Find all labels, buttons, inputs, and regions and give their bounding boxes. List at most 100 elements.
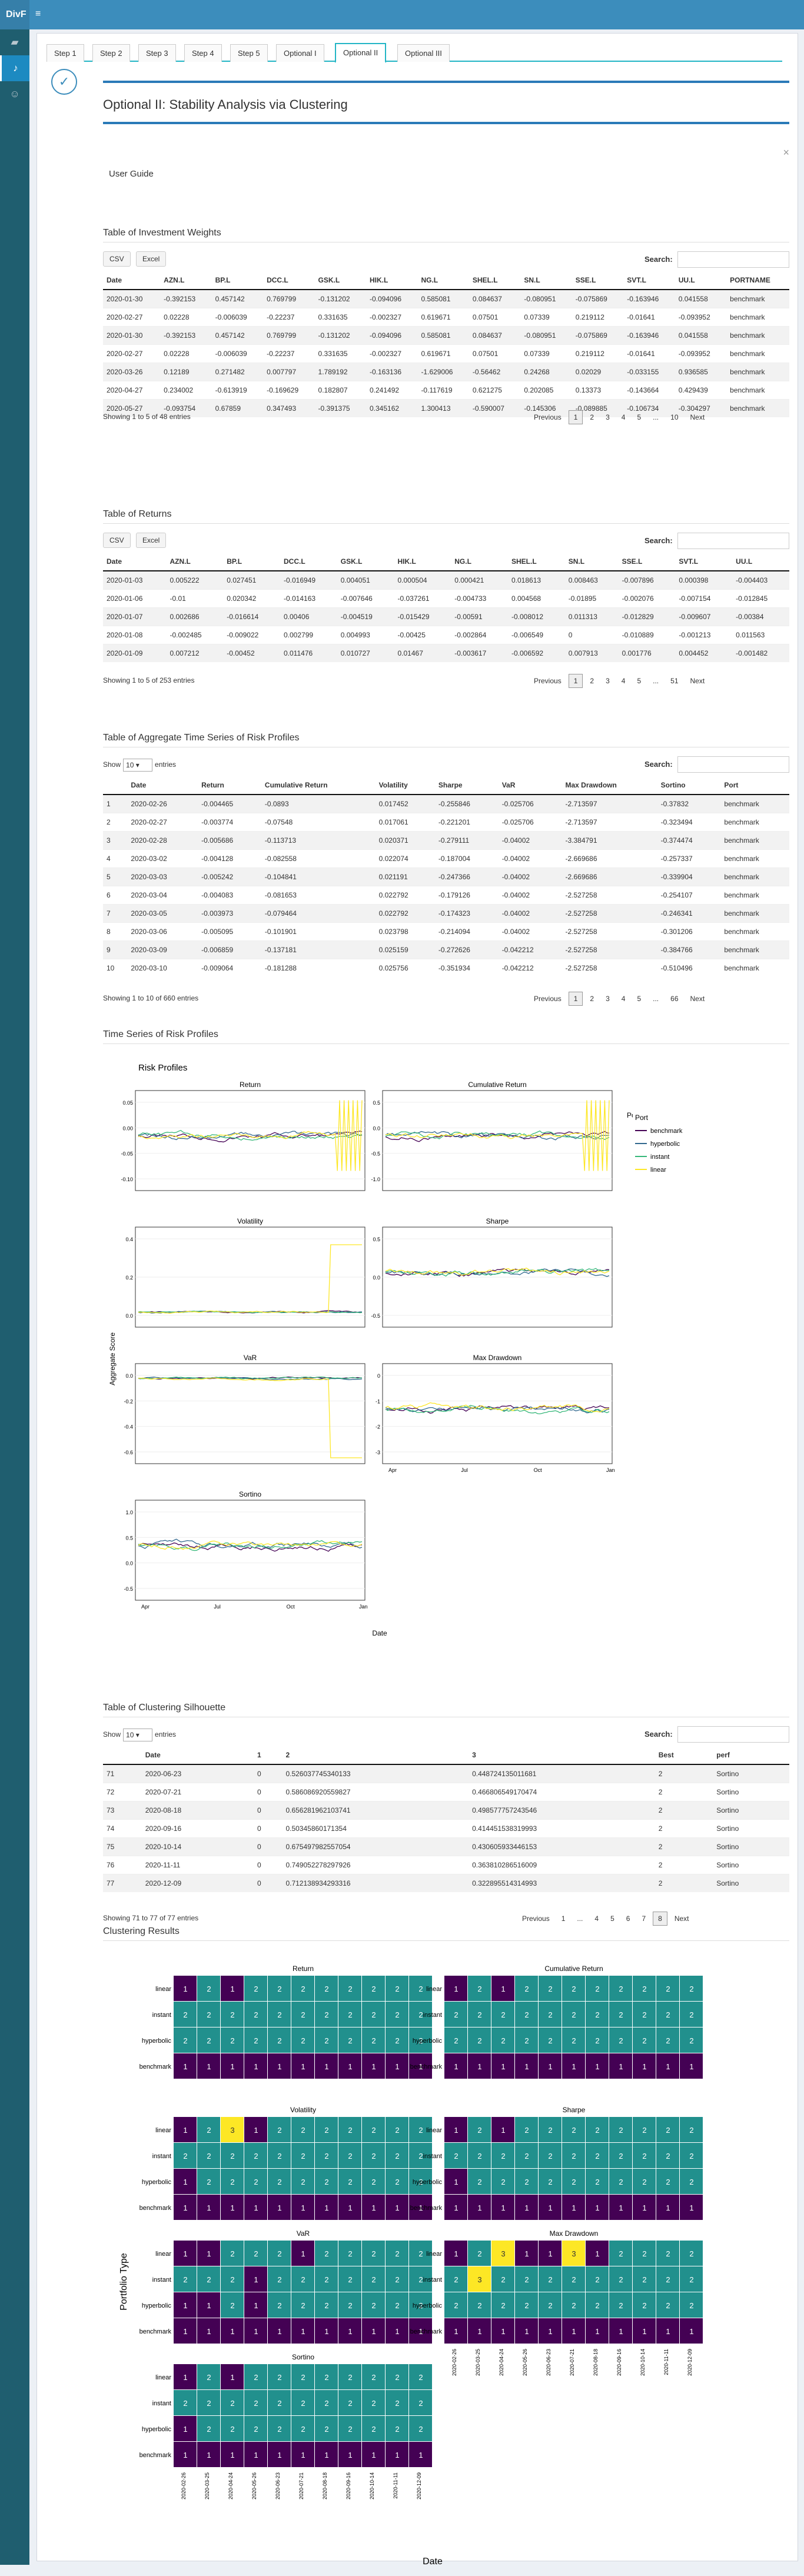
user-guide-link[interactable]: User Guide	[109, 169, 154, 179]
csv-button[interactable]: CSV	[103, 533, 131, 548]
column-header[interactable]: PORTNAME	[726, 271, 789, 290]
column-header[interactable]: AZN.L	[160, 271, 212, 290]
column-header[interactable]: SSE.L	[618, 553, 676, 571]
column-header[interactable]: SVT.L	[675, 553, 733, 571]
column-header[interactable]: Date	[103, 271, 161, 290]
search-input[interactable]	[677, 533, 789, 549]
column-header[interactable]: NG.L	[451, 553, 508, 571]
previous-button[interactable]: Previous	[529, 411, 566, 424]
tab-step-3[interactable]: Step 3	[138, 44, 176, 62]
column-header[interactable]: Port	[720, 776, 789, 795]
column-header[interactable]: UU.L	[732, 553, 789, 571]
page-button[interactable]: 4	[590, 1912, 603, 1925]
page-button[interactable]: 1	[557, 1912, 570, 1925]
page-button[interactable]: 2	[585, 674, 599, 687]
next-button[interactable]: Next	[670, 1912, 694, 1925]
column-header[interactable]: Volatility	[375, 776, 435, 795]
page-button[interactable]: 10	[666, 411, 683, 424]
column-header[interactable]: Date	[127, 776, 198, 795]
column-header[interactable]	[103, 1746, 142, 1765]
column-header[interactable]: Sortino	[657, 776, 721, 795]
page-button[interactable]: 4	[617, 674, 630, 687]
page-button[interactable]: 5	[606, 1912, 619, 1925]
page-button[interactable]: 5	[632, 674, 646, 687]
tab-optional-iii[interactable]: Optional III	[397, 44, 450, 62]
tab-step-5[interactable]: Step 5	[230, 44, 268, 62]
page-button[interactable]: 2	[585, 992, 599, 1005]
page-button[interactable]: ...	[648, 674, 663, 687]
page-button[interactable]: 2	[585, 411, 599, 424]
next-button[interactable]: Next	[686, 992, 710, 1005]
column-header[interactable]: Return	[198, 776, 261, 795]
column-header[interactable]: Best	[655, 1746, 713, 1765]
column-header[interactable]: GSK.L	[337, 553, 394, 571]
page-button[interactable]: 66	[666, 992, 683, 1005]
next-button[interactable]: Next	[686, 674, 710, 687]
column-header[interactable]: BP.L	[211, 271, 264, 290]
column-header[interactable]: 1	[254, 1746, 283, 1765]
column-header[interactable]	[103, 776, 128, 795]
column-header[interactable]: SSE.L	[572, 271, 624, 290]
user-icon[interactable]: ☺	[0, 81, 29, 107]
page-button[interactable]: ...	[648, 992, 663, 1005]
column-header[interactable]: GSK.L	[314, 271, 366, 290]
tab-step-1[interactable]: Step 1	[46, 44, 84, 62]
previous-button[interactable]: Previous	[529, 674, 566, 687]
csv-button[interactable]: CSV	[103, 251, 131, 267]
tab-step-2[interactable]: Step 2	[92, 44, 130, 62]
column-header[interactable]: Date	[103, 553, 167, 571]
page-button[interactable]: 3	[601, 411, 614, 424]
column-header[interactable]: HIK.L	[366, 271, 418, 290]
page-button[interactable]: ...	[572, 1912, 587, 1925]
page-button[interactable]: 3	[601, 674, 614, 687]
page-button[interactable]: 5	[632, 992, 646, 1005]
search-input[interactable]	[677, 1726, 789, 1743]
page-button[interactable]: 4	[617, 411, 630, 424]
tab-optional-ii[interactable]: Optional II	[335, 43, 387, 63]
column-header[interactable]: Date	[141, 1746, 254, 1765]
column-header[interactable]: HIK.L	[394, 553, 451, 571]
page-button[interactable]: 5	[632, 411, 646, 424]
close-icon[interactable]: ×	[783, 147, 789, 159]
column-header[interactable]: UU.L	[675, 271, 727, 290]
entries-select[interactable]: 10 ▾	[123, 759, 153, 772]
column-header[interactable]: SVT.L	[623, 271, 675, 290]
column-header[interactable]: DCC.L	[263, 271, 315, 290]
page-button[interactable]: 3	[601, 992, 614, 1005]
page-button[interactable]: 1	[568, 410, 583, 424]
column-header[interactable]: 2	[282, 1746, 469, 1765]
column-header[interactable]: Cumulative Return	[261, 776, 376, 795]
menu-toggle-icon[interactable]: ≡	[35, 9, 41, 19]
bell-icon[interactable]: ♪	[0, 55, 29, 81]
column-header[interactable]: VaR	[498, 776, 562, 795]
column-header[interactable]: 3	[469, 1746, 655, 1765]
column-header[interactable]: DCC.L	[280, 553, 337, 571]
column-header[interactable]: AZN.L	[166, 553, 224, 571]
column-header[interactable]: Sharpe	[434, 776, 499, 795]
column-header[interactable]: SN.L	[520, 271, 572, 290]
previous-button[interactable]: Previous	[517, 1912, 554, 1925]
excel-button[interactable]: Excel	[136, 251, 167, 267]
column-header[interactable]: perf	[713, 1746, 789, 1765]
folder-icon[interactable]: ▰	[0, 29, 29, 55]
column-header[interactable]: SHEL.L	[469, 271, 521, 290]
page-button[interactable]: 7	[637, 1912, 650, 1925]
page-button[interactable]: 6	[622, 1912, 635, 1925]
page-button[interactable]: 1	[568, 992, 583, 1006]
column-header[interactable]: SHEL.L	[508, 553, 565, 571]
next-button[interactable]: Next	[686, 411, 710, 424]
column-header[interactable]: BP.L	[223, 553, 280, 571]
column-header[interactable]: SN.L	[564, 553, 619, 571]
page-button[interactable]: 4	[617, 992, 630, 1005]
page-button[interactable]: 1	[568, 674, 583, 688]
page-button[interactable]: 8	[653, 1912, 667, 1926]
entries-select[interactable]: 10 ▾	[123, 1729, 153, 1741]
brand-logo[interactable]: DivF	[0, 0, 29, 29]
search-input[interactable]	[677, 756, 789, 773]
tab-optional-i[interactable]: Optional I	[276, 44, 324, 62]
page-button[interactable]: 51	[666, 674, 683, 687]
entries-length-select[interactable]: Show 10 ▾ entries	[103, 1729, 176, 1741]
tab-step-4[interactable]: Step 4	[184, 44, 222, 62]
column-header[interactable]: NG.L	[417, 271, 469, 290]
entries-length-select[interactable]: Show 10 ▾ entries	[103, 759, 176, 772]
